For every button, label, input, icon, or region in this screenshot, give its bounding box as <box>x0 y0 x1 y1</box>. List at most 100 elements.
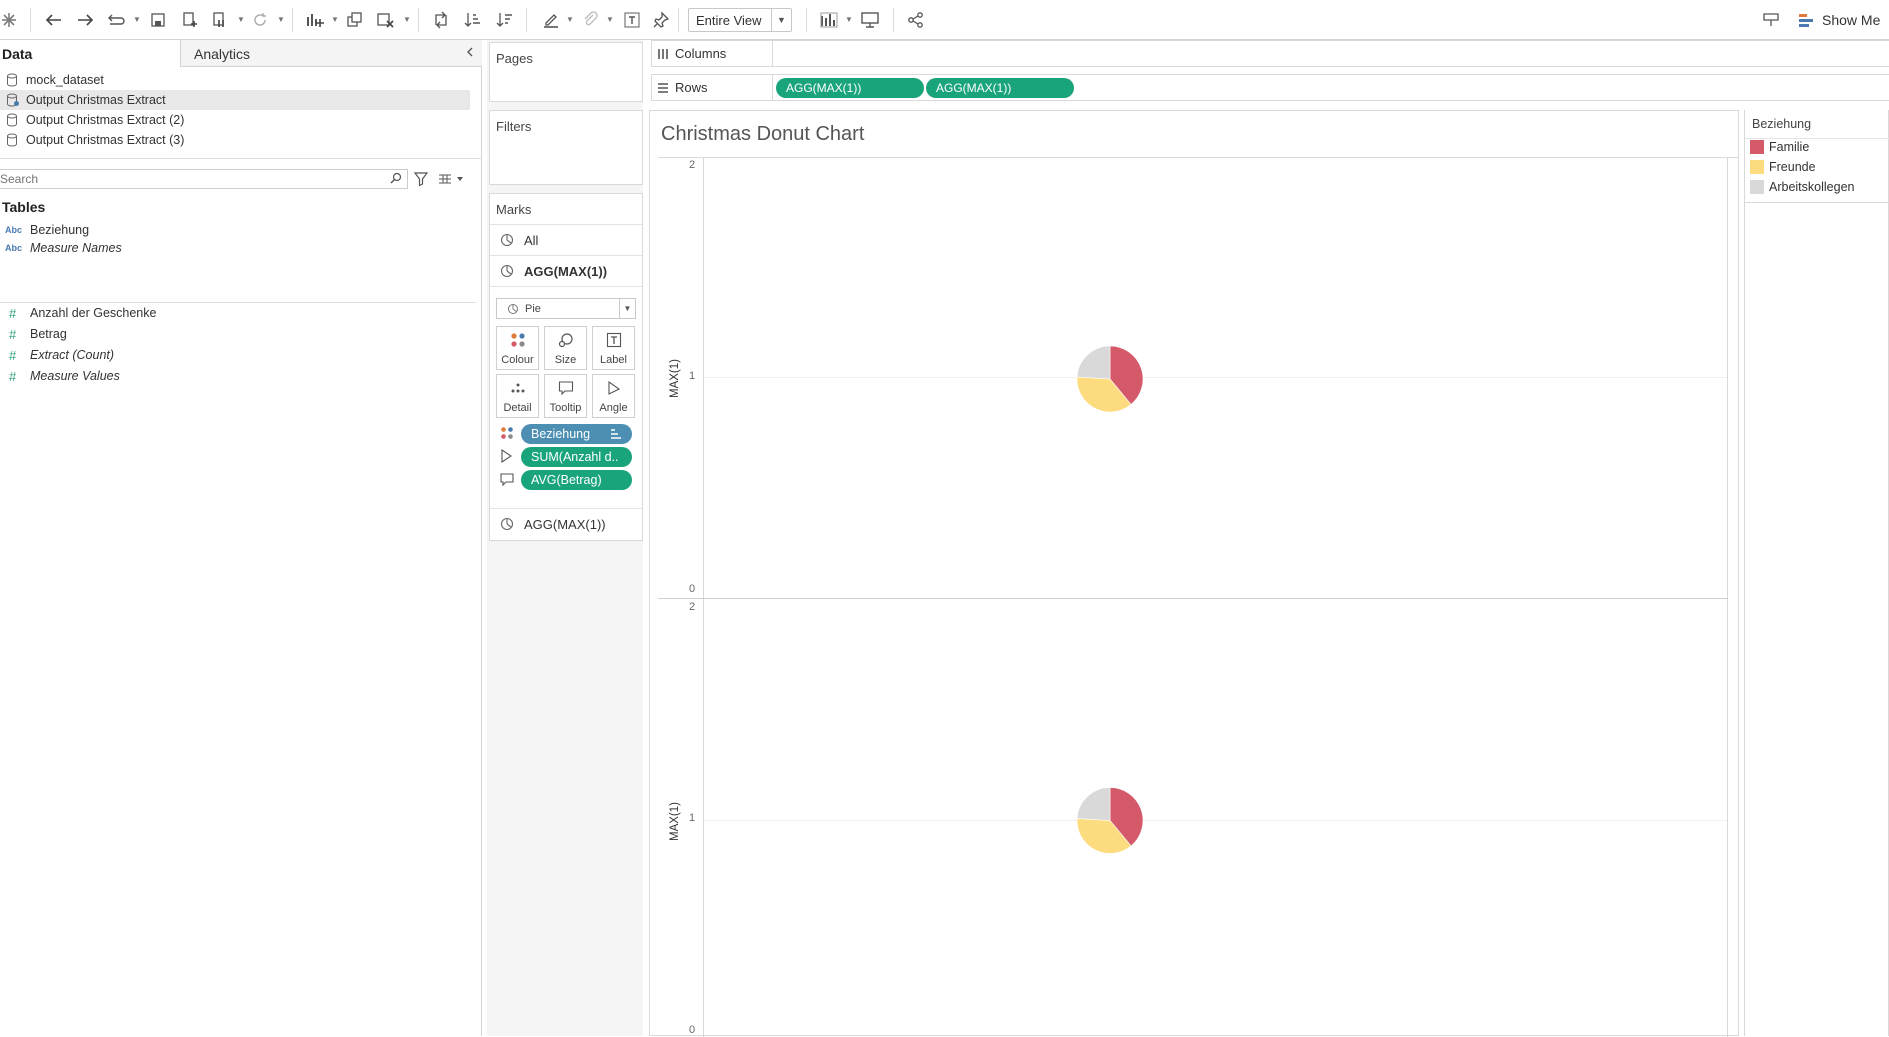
extract-database-icon <box>6 93 20 107</box>
show-me-button[interactable]: Show Me <box>1798 8 1880 32</box>
datasource-item[interactable]: Output Christmas Extract <box>0 90 470 110</box>
save-icon[interactable] <box>146 8 170 32</box>
group-icon[interactable] <box>578 8 602 32</box>
pie-slice-arbeitskollegen[interactable] <box>1076 345 1111 380</box>
filters-title: Filters <box>496 119 532 134</box>
number-type-icon: # <box>9 326 17 342</box>
filter-icon[interactable] <box>414 172 428 186</box>
row-pill[interactable]: AGG(MAX(1)) <box>926 78 1074 98</box>
datasource-label: Output Christmas Extract (2) <box>26 113 185 127</box>
field-item[interactable]: Abc Beziehung <box>0 220 478 240</box>
tab-analytics[interactable]: Analytics <box>180 40 482 67</box>
legend-label: Familie <box>1769 140 1810 154</box>
label-button[interactable]: Label <box>592 326 635 370</box>
row-pill[interactable]: AGG(MAX(1)) <box>776 78 924 98</box>
size-button[interactable]: Size <box>544 326 587 370</box>
text-label-icon[interactable] <box>620 8 644 32</box>
columns-icon <box>657 48 669 60</box>
search-input[interactable] <box>0 169 408 189</box>
pie-mark-icon <box>507 303 519 315</box>
detail-button[interactable]: Detail <box>496 374 539 418</box>
new-worksheet-icon[interactable] <box>303 8 327 32</box>
pill-label: SUM(Anzahl d.. <box>531 450 619 464</box>
search-row <box>0 167 482 191</box>
legend-item[interactable]: Arbeitskollegen <box>1750 178 1854 196</box>
columns-shelf[interactable] <box>773 40 1889 67</box>
fit-icon[interactable] <box>818 8 842 32</box>
datasource-label: Output Christmas Extract (3) <box>26 133 185 147</box>
redo-icon[interactable] <box>73 8 97 32</box>
presentation-icon[interactable] <box>858 8 882 32</box>
share-icon[interactable] <box>904 8 928 32</box>
string-type-icon: Abc <box>5 225 23 235</box>
tooltip-pill[interactable]: AVG(Betrag) <box>521 470 632 490</box>
marks-layer-tab[interactable]: AGG(MAX(1)) <box>490 255 642 286</box>
colour-pill[interactable]: Beziehung <box>521 424 632 444</box>
pause-updates-icon[interactable] <box>208 8 232 32</box>
pin-icon[interactable] <box>649 8 673 32</box>
pie-slice-arbeitskollegen[interactable] <box>1076 787 1111 821</box>
view-options-icon[interactable] <box>437 172 467 186</box>
undo-icon[interactable] <box>42 8 66 32</box>
refresh-icon[interactable] <box>248 8 272 32</box>
angle-label: Angle <box>599 402 628 414</box>
fit-select[interactable]: Entire View ▼ <box>688 8 792 32</box>
pie-canvas[interactable] <box>650 111 1738 1035</box>
datasource-label: Output Christmas Extract <box>26 93 166 107</box>
marks-title: Marks <box>496 202 532 217</box>
pie-mark-icon <box>500 264 514 278</box>
clear-sheet-icon[interactable] <box>374 8 398 32</box>
pie-mark-icon <box>500 233 514 247</box>
marks-all-label: All <box>524 232 539 248</box>
sort-asc-icon[interactable] <box>461 8 485 32</box>
tooltip-pin-icon[interactable] <box>1759 8 1783 32</box>
filters-card[interactable]: Filters <box>489 110 643 185</box>
field-item[interactable]: # Betrag <box>0 324 478 344</box>
tableau-logo-icon[interactable] <box>0 8 21 32</box>
data-pane: Data Analytics mock_dataset Output Chris… <box>0 40 482 1036</box>
tooltip-label: Tooltip <box>549 402 582 414</box>
pill-label: AGG(MAX(1)) <box>786 81 862 95</box>
label-label: Label <box>600 354 627 366</box>
colour-button[interactable]: Colour <box>496 326 539 370</box>
field-item[interactable]: # Anzahl der Geschenke <box>0 303 478 323</box>
viz-area[interactable]: Christmas Donut Chart 2 1 0 MAX(1) 2 1 0… <box>649 110 1739 1037</box>
legend-item[interactable]: Freunde <box>1750 158 1816 176</box>
colour-icon <box>510 332 526 348</box>
mark-type-select[interactable]: Pie ▼ <box>496 298 636 319</box>
colour-legend: Beziehung Familie Freunde Arbeitskollege… <box>1744 110 1889 1036</box>
field-label: Anzahl der Geschenke <box>30 306 157 320</box>
legend-item[interactable]: Familie <box>1750 138 1809 156</box>
tab-data[interactable]: Data <box>0 40 180 67</box>
field-item[interactable]: Abc Measure Names <box>0 238 478 258</box>
collapse-pane-icon[interactable] <box>464 46 478 60</box>
string-type-icon: Abc <box>5 243 23 253</box>
angle-button[interactable]: Angle <box>592 374 635 418</box>
datasource-item[interactable]: mock_dataset <box>0 70 470 90</box>
datasource-item[interactable]: Output Christmas Extract (3) <box>0 130 470 150</box>
sort-desc-icon[interactable] <box>493 8 517 32</box>
search-icon[interactable] <box>390 172 404 186</box>
marks-layer-label: AGG(MAX(1)) <box>524 516 606 532</box>
field-label: Extract (Count) <box>30 348 115 362</box>
replay-icon[interactable] <box>104 8 128 32</box>
highlight-icon[interactable] <box>539 8 563 32</box>
marks-layer-tab[interactable]: AGG(MAX(1)) <box>490 508 642 539</box>
tooltip-button[interactable]: Tooltip <box>544 374 587 418</box>
angle-icon <box>500 449 514 463</box>
legend-label: Freunde <box>1769 160 1816 174</box>
size-label: Size <box>554 354 577 366</box>
new-datasource-icon[interactable] <box>178 8 202 32</box>
cards-column: Pages Filters Marks All AGG(MAX(1)) Pie … <box>487 40 643 1036</box>
duplicate-sheet-icon[interactable] <box>343 8 367 32</box>
marks-all-tab[interactable]: All <box>490 224 642 255</box>
angle-pill[interactable]: SUM(Anzahl d.. <box>521 447 632 467</box>
datasource-label: mock_dataset <box>26 73 104 87</box>
text-label-icon <box>606 332 622 348</box>
field-item[interactable]: # Measure Values <box>0 366 478 386</box>
pages-card[interactable]: Pages <box>489 42 643 102</box>
field-item[interactable]: # Extract (Count) <box>0 345 478 365</box>
swap-icon[interactable] <box>429 8 453 32</box>
pie-mark-icon <box>500 517 514 531</box>
datasource-item[interactable]: Output Christmas Extract (2) <box>0 110 470 130</box>
